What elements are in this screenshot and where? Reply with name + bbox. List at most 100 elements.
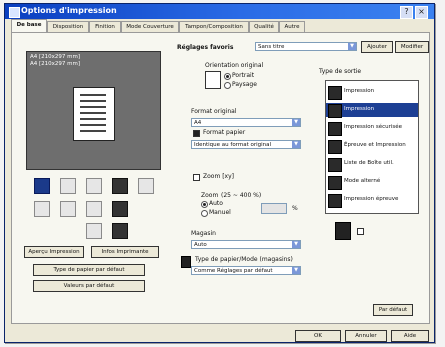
paper-type-value: Comme Réglages par défaut <box>194 268 273 274</box>
output-paper-value: Identique au format original <box>194 142 272 148</box>
zoom-manual-label: Manuel <box>209 209 231 216</box>
modify-profile-button[interactable]: Modifier <box>395 41 429 53</box>
output-paper-combo[interactable]: Identique au format original ▼ <box>191 140 301 149</box>
output-paper-label: Format papier <box>203 129 246 136</box>
tab-mode-couverture[interactable]: Mode Couverture <box>121 21 179 32</box>
portrait-radio[interactable] <box>224 73 231 80</box>
portrait-page-icon <box>205 71 221 89</box>
cover-icon[interactable] <box>86 223 102 239</box>
user-box-icon <box>328 158 342 172</box>
copy-icon[interactable] <box>112 223 128 239</box>
tab-disposition[interactable]: Disposition <box>47 21 89 32</box>
output-type-label: Type de sortie <box>319 68 362 75</box>
original-format-value: A4 <box>194 120 202 126</box>
original-format-label: Format original <box>191 108 237 115</box>
landscape-radio[interactable] <box>224 82 231 89</box>
printer-info-button[interactable]: Infos Imprimante <box>91 246 159 258</box>
cancel-button[interactable]: Annuler <box>345 330 387 342</box>
output-current[interactable]: Impression <box>326 85 418 100</box>
profile-combo[interactable]: Sans titre ▼ <box>255 42 357 51</box>
add-profile-button[interactable]: Ajouter <box>361 41 393 53</box>
secure-print-icon <box>328 122 342 136</box>
ok-button[interactable]: OK <box>295 330 341 342</box>
list-item[interactable]: Liste de Boîte util. <box>326 157 418 172</box>
zoom-auto-radio[interactable] <box>201 201 208 208</box>
binding-icon <box>335 222 351 240</box>
print-preview-button[interactable]: Aperçu Impression <box>24 246 84 258</box>
paper-type-combo[interactable]: Comme Réglages par défaut ▼ <box>191 266 301 275</box>
profile-value: Sans titre <box>258 44 285 50</box>
paper-preview-icon <box>73 87 115 141</box>
chevron-down-icon: ▼ <box>292 141 300 148</box>
list-item-label: Impression <box>344 106 375 112</box>
close-title-button[interactable]: × <box>415 6 428 19</box>
printer-icon <box>328 86 342 100</box>
fold-icon[interactable] <box>60 201 76 217</box>
list-item-label: Épreuve et Impression <box>344 142 406 148</box>
tray-label: Magasin <box>191 230 216 237</box>
paper-type-label: Type de papier/Mode (magasins) <box>195 256 293 263</box>
printer-app-icon <box>9 7 20 18</box>
restore-defaults-button[interactable]: Valeurs par défaut <box>33 280 145 292</box>
paper-size-icon <box>193 130 200 137</box>
zoom-value-field[interactable] <box>261 203 287 214</box>
booklet-icon[interactable] <box>112 201 128 217</box>
tab-de-base[interactable]: De base <box>11 19 47 33</box>
zoom-manual-radio[interactable] <box>201 210 208 217</box>
zoom-unit: % <box>292 205 298 212</box>
chevron-down-icon: ▼ <box>348 43 356 50</box>
landscape-label: Paysage <box>232 81 257 88</box>
restore-default-button[interactable]: Par défaut <box>373 304 413 316</box>
tray-combo[interactable]: Auto ▼ <box>191 240 301 249</box>
title-bar: Options d'impression ? × <box>5 4 434 19</box>
printer-icon[interactable] <box>34 178 50 194</box>
portrait-label: Portrait <box>232 72 255 79</box>
window-title: Options d'impression <box>21 6 117 15</box>
duplex-icon[interactable] <box>34 201 50 217</box>
finisher-icon[interactable] <box>112 178 128 194</box>
orientation-label: Orientation original <box>205 62 264 69</box>
punch-icon[interactable] <box>138 178 154 194</box>
output-current-label: Impression <box>344 88 375 94</box>
profile-label: Réglages favoris <box>177 44 234 51</box>
proof-print-icon <box>328 140 342 154</box>
device-options-grid <box>28 176 158 242</box>
tab-finition[interactable]: Finition <box>89 21 121 32</box>
list-item-label: Impression sécurisée <box>344 124 403 130</box>
disk-icon[interactable] <box>86 201 102 217</box>
printer-icon <box>328 104 342 118</box>
list-item[interactable]: Impression épreuve <box>326 193 418 208</box>
tab-qualite[interactable]: Qualité <box>249 21 279 32</box>
screenshot-photo: Options d'impression ? × De base Disposi… <box>0 0 445 347</box>
list-item-label: Liste de Boîte util. <box>344 160 394 166</box>
help-button[interactable]: Aide <box>391 330 429 342</box>
zoom-checkbox[interactable] <box>193 174 200 181</box>
tab-tampon-composition[interactable]: Tampon/Composition <box>179 21 249 32</box>
alternate-mode-icon <box>328 176 342 190</box>
original-format-combo[interactable]: A4 ▼ <box>191 118 301 127</box>
zoom-auto-label: Auto <box>209 200 223 207</box>
list-item-label: Mode alterné <box>344 178 381 184</box>
help-title-button[interactable]: ? <box>400 6 413 19</box>
list-item-label: Impression épreuve <box>344 196 399 202</box>
zoom-label: Zoom <box>201 192 219 199</box>
tray-value: Auto <box>194 242 207 248</box>
list-item[interactable]: Impression sécurisée <box>326 121 418 136</box>
output-type-list[interactable]: Impression Impression Impression sécuris… <box>325 80 419 214</box>
chevron-down-icon: ▼ <box>292 119 300 126</box>
list-item[interactable]: Mode alterné <box>326 175 418 190</box>
list-item[interactable]: Épreuve et Impression <box>326 139 418 154</box>
binding-checkbox[interactable] <box>357 228 364 235</box>
page-preview: A4 [210x297 mm] A4 [210x297 mm] <box>26 51 161 170</box>
zoom-checkbox-label: Zoom [xy] <box>203 173 234 180</box>
tab-autre[interactable]: Autre <box>279 21 305 32</box>
stapler-icon[interactable] <box>86 178 102 194</box>
tray-icon[interactable] <box>60 178 76 194</box>
default-paper-type-button[interactable]: Type de papier par défaut <box>33 264 145 276</box>
proof-icon <box>328 194 342 208</box>
preview-line-1: A4 [210x297 mm] <box>30 54 81 60</box>
print-options-dialog: Options d'impression ? × De base Disposi… <box>4 3 435 343</box>
zoom-range: (25 ~ 400 %) <box>221 192 262 199</box>
list-item[interactable]: Impression <box>326 103 418 118</box>
preview-line-2: A4 [210x297 mm] <box>30 61 81 67</box>
